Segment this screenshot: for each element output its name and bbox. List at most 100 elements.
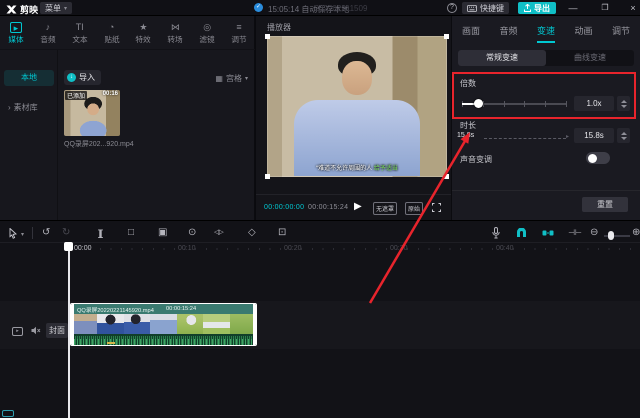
- timeline-zoom-in-icon[interactable]: ⊕: [632, 226, 640, 240]
- delete-icon[interactable]: □: [128, 226, 134, 240]
- export-button[interactable]: 导出: [518, 2, 556, 14]
- project-title: 202202211509: [286, 4, 396, 13]
- chevron-down-icon: ▾: [64, 5, 67, 12]
- timeline-toolbar: ▾ ↺ ↻ ][ □ ▣ ⊙ ◁▷ ◇ ⊡ ⊣⊢ ⊖ ⊕: [0, 223, 640, 243]
- fullscreen-icon[interactable]: [432, 203, 441, 212]
- close-button[interactable]: ×: [626, 2, 640, 14]
- stepper-down-icon[interactable]: [621, 137, 627, 140]
- player-controls: 00:00:00:00 00:00:15:24 ▶ 无遮罩 原始: [256, 194, 451, 220]
- chevron-down-icon: ▾: [245, 75, 248, 82]
- tab-audio-settings[interactable]: 音频: [499, 24, 517, 43]
- main-track-magnet-icon[interactable]: [516, 228, 527, 238]
- selection-handle[interactable]: [265, 34, 270, 39]
- timeline-zoom-out-icon[interactable]: ⊖: [590, 226, 598, 240]
- inspector-tab-bar: 画面 音频 变速 动画 调节: [462, 24, 630, 43]
- duration-value[interactable]: 15.8s: [574, 128, 614, 143]
- tab-text[interactable]: TI 文本: [64, 18, 96, 49]
- reverse-icon[interactable]: ⊙: [188, 226, 196, 240]
- track-visibility-icon[interactable]: ▸: [12, 327, 23, 336]
- minimize-button[interactable]: —: [566, 2, 580, 14]
- auto-snap-icon[interactable]: [542, 228, 554, 238]
- stepper-up-icon[interactable]: [621, 132, 627, 135]
- linkage-icon[interactable]: ⊣⊢: [568, 226, 582, 240]
- timeline-zoom-knob[interactable]: [608, 231, 614, 240]
- stepper-up-icon[interactable]: [621, 100, 627, 103]
- import-button[interactable]: ↓ 导入: [64, 70, 101, 85]
- player-panel: 播放器 “难道不允许周围的人 给予适当 00:00:00:00 00:00:15…: [256, 16, 452, 220]
- rotate-icon[interactable]: ◇: [248, 226, 256, 240]
- tab-animation[interactable]: 动画: [574, 24, 592, 43]
- video-preview[interactable]: “难道不允许周围的人 给予适当: [267, 36, 447, 177]
- playhead-handle[interactable]: [64, 242, 73, 251]
- media-item-thumbnail[interactable]: 已添加 00:16: [64, 90, 120, 136]
- split-icon[interactable]: ][: [98, 226, 102, 240]
- tab-media[interactable]: ▸ 媒体: [0, 18, 32, 49]
- tab-filters[interactable]: ◎ 滤镜: [191, 18, 223, 49]
- media-sidebar: 本地 › 素材库: [0, 50, 58, 220]
- selection-handle[interactable]: [444, 34, 449, 39]
- current-timecode: 00:00:00:00: [264, 204, 304, 211]
- play-button[interactable]: ▶: [354, 201, 362, 212]
- tab-picture[interactable]: 画面: [462, 24, 480, 43]
- tab-adjust[interactable]: ≡ 调节: [223, 18, 255, 49]
- select-tool-icon[interactable]: [9, 228, 17, 239]
- toolbar-divider: [32, 227, 33, 239]
- mirror-icon[interactable]: ◁▷: [214, 226, 223, 240]
- tab-effects[interactable]: ★ 特效: [128, 18, 160, 49]
- mask-dropdown[interactable]: 无遮罩: [373, 202, 397, 215]
- record-voice-icon[interactable]: [492, 227, 500, 239]
- music-note-icon: ♪: [46, 22, 51, 33]
- title-bar: 剪映 菜单 ▾ ✓ 15:05:14 自动保存本地 202202211509 ?…: [0, 0, 640, 16]
- maximize-button[interactable]: ❐: [598, 2, 612, 14]
- timeline-ruler[interactable]: 00:00 00:10 00:20 00:30 00:40: [0, 243, 640, 255]
- ruler-label: 00:10: [178, 245, 196, 252]
- tab-adjustment[interactable]: 调节: [612, 24, 630, 43]
- inspector-divider: [452, 190, 640, 191]
- clip-filename: QQ录屏20220221145920.mp4: [77, 305, 154, 314]
- selection-handle[interactable]: [265, 174, 270, 179]
- sidebar-item-local[interactable]: 本地: [4, 70, 54, 86]
- app-name: 剪映: [20, 3, 38, 16]
- pitch-toggle[interactable]: [586, 152, 610, 164]
- speed-value[interactable]: 1.0x: [574, 96, 614, 111]
- track-mute-icon[interactable]: [31, 326, 41, 335]
- import-icon: ↓: [67, 73, 76, 82]
- ruler-label: 00:30: [390, 245, 408, 252]
- text-icon: TI: [76, 22, 84, 33]
- shortcuts-button[interactable]: 快捷键: [462, 2, 509, 14]
- tab-audio[interactable]: ♪ 音频: [32, 18, 64, 49]
- adjust-icon: ≡: [236, 22, 241, 33]
- ruler-label: 00:20: [284, 245, 302, 252]
- menu-button[interactable]: 菜单 ▾: [40, 2, 72, 14]
- effects-icon: ★: [139, 22, 147, 33]
- total-timecode: 00:00:15:24: [308, 204, 348, 211]
- sidebar-item-library[interactable]: › 素材库: [8, 102, 38, 113]
- view-mode-dropdown[interactable]: ▦ 宫格 ▾: [215, 73, 248, 84]
- duration-stepper[interactable]: [617, 128, 630, 143]
- speed-stepper[interactable]: [617, 96, 630, 111]
- selection-handle[interactable]: [444, 174, 449, 179]
- subtitle-highlight: 给予适当: [374, 166, 398, 172]
- added-badge: 已添加: [65, 91, 87, 100]
- select-tool-chevron-icon[interactable]: ▾: [21, 231, 24, 238]
- media-icon: ▸: [10, 22, 22, 33]
- playhead[interactable]: [68, 242, 70, 418]
- reset-button[interactable]: 重置: [582, 197, 628, 212]
- toggle-knob: [588, 154, 597, 163]
- redo-icon[interactable]: ↻: [62, 226, 70, 240]
- freeze-frame-icon[interactable]: ▣: [158, 226, 167, 240]
- stepper-down-icon[interactable]: [621, 105, 627, 108]
- speed-slider-handle[interactable]: [474, 99, 483, 108]
- normal-speed-tab[interactable]: 常规变速: [458, 50, 546, 66]
- help-button[interactable]: ?: [447, 3, 457, 13]
- ratio-dropdown[interactable]: 原始: [405, 202, 423, 215]
- cover-button[interactable]: 封面: [46, 323, 68, 338]
- curve-speed-tab[interactable]: 曲线变速: [546, 50, 634, 66]
- timeline-clip[interactable]: QQ录屏20220221145920.mp4 00:00:15:24: [70, 303, 257, 346]
- crop-icon[interactable]: ⊡: [278, 226, 286, 240]
- media-item-filename: QQ录屏202...920.mp4: [64, 139, 184, 149]
- tab-transitions[interactable]: ⋈ 转场: [159, 18, 191, 49]
- tab-sticker[interactable]: ◔ 贴纸: [96, 18, 128, 49]
- tab-speed[interactable]: 变速: [537, 24, 555, 43]
- undo-icon[interactable]: ↺: [42, 226, 50, 240]
